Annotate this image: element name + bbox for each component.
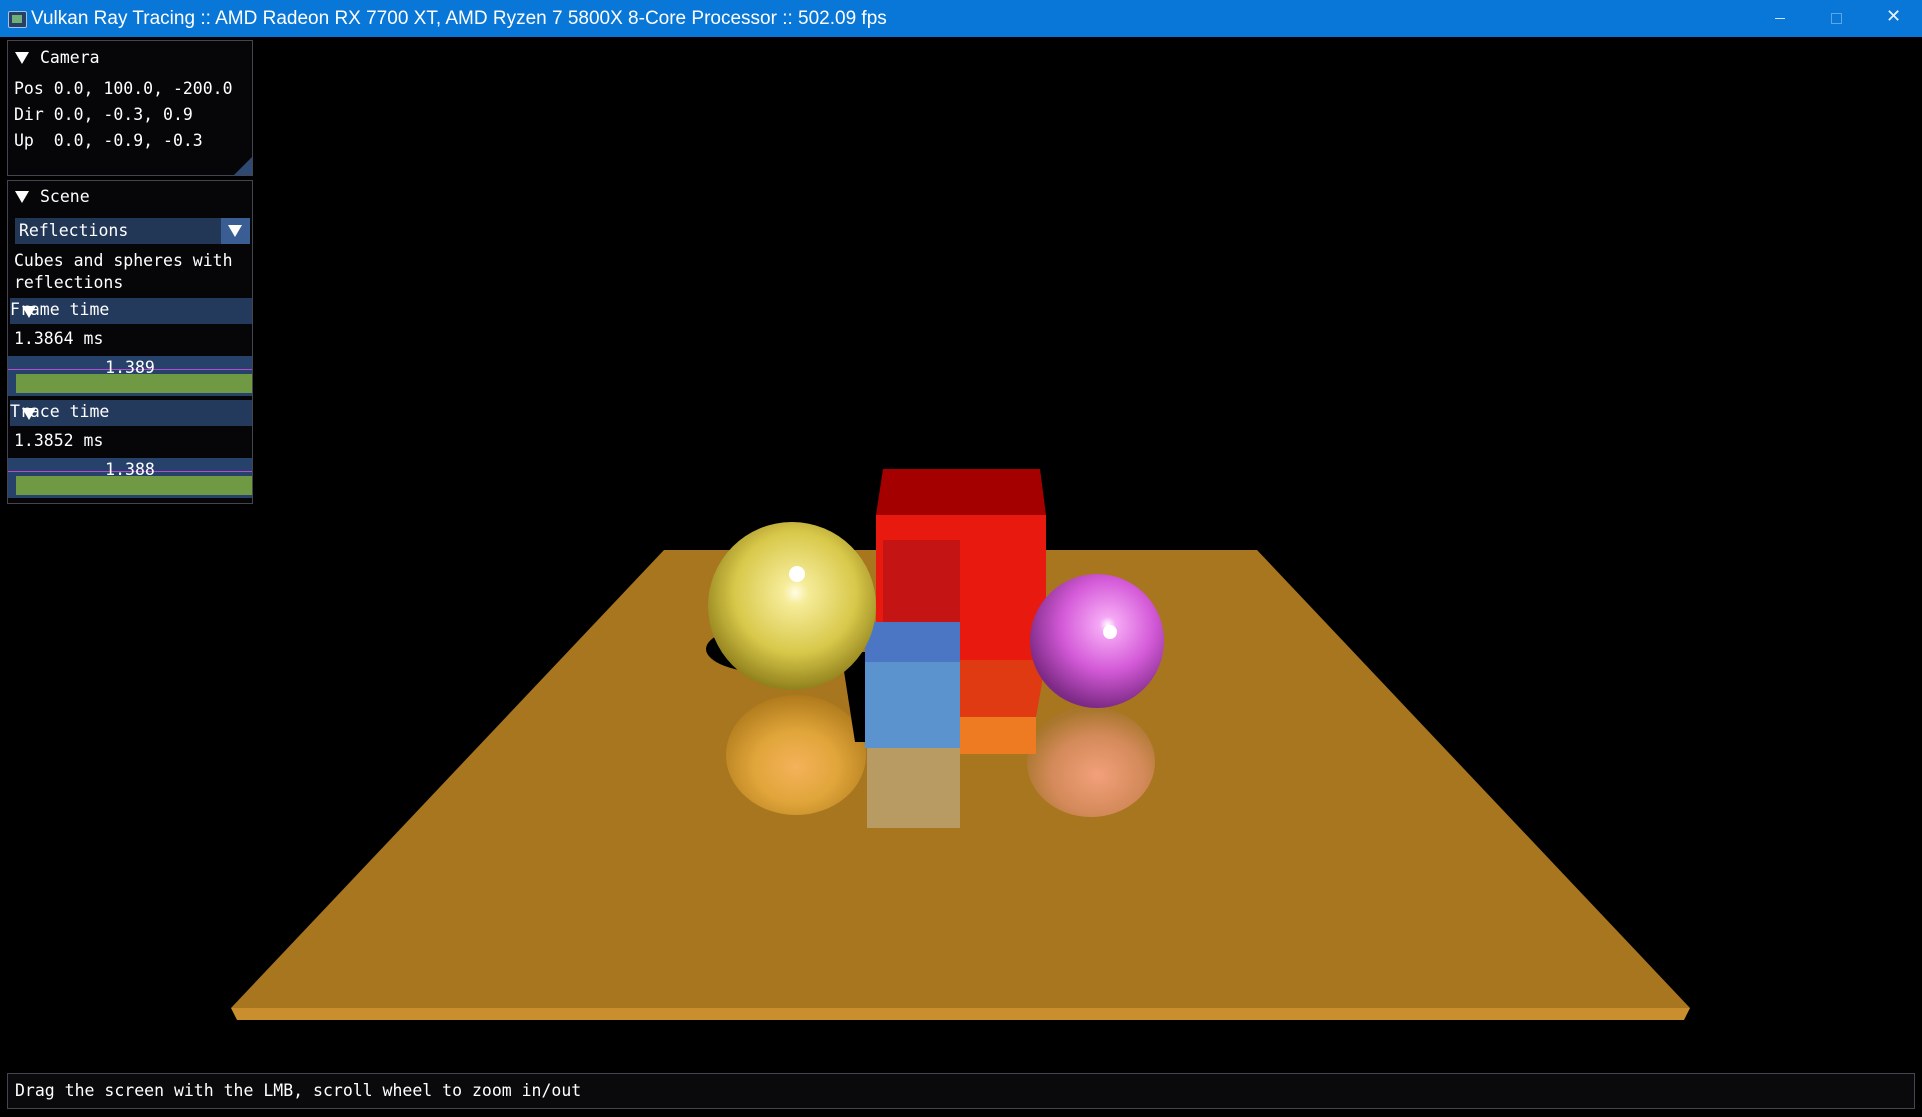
window-title: Vulkan Ray Tracing :: AMD Radeon RX 7700… bbox=[31, 8, 887, 29]
hint-text: Drag the screen with the LMB, scroll whe… bbox=[15, 1081, 582, 1100]
frame-time-plot[interactable]: 1.389 bbox=[8, 356, 252, 396]
chevron-down-icon bbox=[228, 225, 242, 237]
minimize-icon bbox=[1775, 18, 1785, 19]
trace-time-plot-label: 1.388 bbox=[105, 460, 155, 479]
app-icon bbox=[8, 11, 27, 28]
red-cube-top bbox=[876, 469, 1046, 515]
scene-panel-title: Scene bbox=[40, 187, 90, 206]
frame-time-header[interactable]: Frame time bbox=[10, 298, 252, 324]
frame-time-plot-label: 1.389 bbox=[105, 358, 155, 377]
maximize-button[interactable] bbox=[1808, 0, 1864, 37]
trace-time-value: 1.3852 ms bbox=[14, 431, 104, 450]
render-viewport[interactable] bbox=[0, 37, 1922, 1117]
scene-panel-header[interactable]: Scene bbox=[8, 185, 252, 209]
frame-time-value: 1.3864 ms bbox=[14, 329, 104, 348]
resize-grip-icon[interactable] bbox=[234, 157, 252, 175]
collapse-triangle-icon bbox=[22, 306, 36, 318]
camera-panel-title: Camera bbox=[40, 48, 100, 67]
pink-sphere-reflection bbox=[1027, 707, 1155, 817]
maximize-icon bbox=[1831, 13, 1842, 24]
camera-panel-header[interactable]: Camera bbox=[8, 46, 252, 70]
camera-up-text: Up 0.0, -0.9, -0.3 bbox=[14, 131, 203, 150]
minimize-button[interactable] bbox=[1752, 0, 1808, 37]
trace-time-plot[interactable]: 1.388 bbox=[8, 458, 252, 498]
scene-select-value: Reflections bbox=[19, 221, 129, 240]
blue-cube-reflection bbox=[867, 744, 960, 828]
dropdown-arrow-button[interactable] bbox=[221, 218, 250, 244]
pink-sphere-highlight bbox=[1103, 625, 1117, 639]
window-titlebar[interactable]: Vulkan Ray Tracing :: AMD Radeon RX 7700… bbox=[0, 0, 1922, 37]
close-icon: ✕ bbox=[1886, 6, 1902, 27]
yellow-sphere-highlight bbox=[789, 566, 805, 582]
trace-time-header[interactable]: Trace time bbox=[10, 400, 252, 426]
blue-cube-top bbox=[865, 622, 960, 662]
collapse-triangle-icon bbox=[15, 191, 29, 203]
scene-description-line1: Cubes and spheres with bbox=[14, 251, 233, 270]
camera-pos-text: Pos 0.0, 100.0, -200.0 bbox=[14, 79, 233, 98]
camera-panel[interactable]: Camera Pos 0.0, 100.0, -200.0 Dir 0.0, -… bbox=[7, 40, 253, 176]
collapse-triangle-icon bbox=[15, 52, 29, 64]
scene-description-line2: reflections bbox=[14, 273, 124, 292]
collapse-triangle-icon bbox=[22, 408, 36, 420]
red-cube-lower bbox=[960, 660, 1046, 717]
scene-panel[interactable]: Scene Reflections Cubes and spheres with… bbox=[7, 180, 253, 504]
blue-cube-front bbox=[865, 662, 960, 748]
scene-select-dropdown[interactable]: Reflections bbox=[15, 218, 250, 244]
close-button[interactable]: ✕ bbox=[1864, 0, 1920, 37]
camera-dir-text: Dir 0.0, -0.3, 0.9 bbox=[14, 105, 193, 124]
pink-sphere bbox=[1030, 574, 1164, 708]
floor-edge bbox=[231, 1008, 1690, 1020]
hint-status-bar: Drag the screen with the LMB, scroll whe… bbox=[7, 1073, 1915, 1109]
yellow-sphere bbox=[708, 522, 876, 690]
scene-render bbox=[231, 469, 1690, 1020]
yellow-sphere-reflection bbox=[726, 695, 866, 815]
